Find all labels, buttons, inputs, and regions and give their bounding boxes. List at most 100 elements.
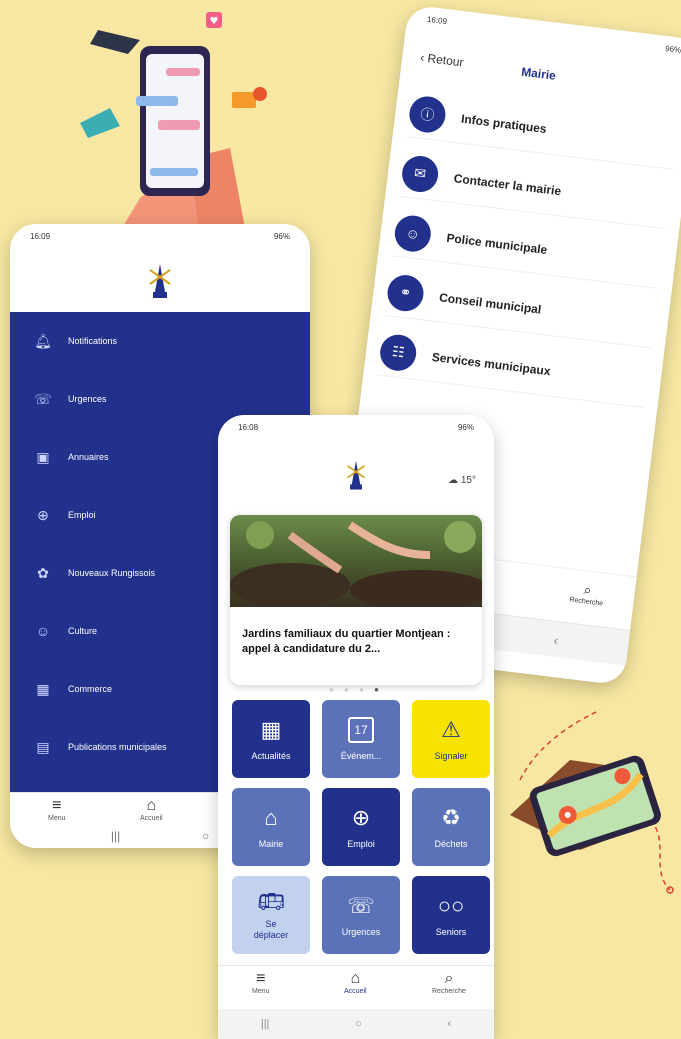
town-logo (147, 262, 173, 307)
menu-item-label: Publications municipales (68, 742, 167, 752)
address-book-icon: ▣ (36, 448, 50, 465)
home-icon: ⌂ (146, 797, 157, 814)
phone-ring-icon: ☏ (34, 390, 52, 407)
status-battery: 96% (457, 422, 474, 432)
menu-item-publications-municipales[interactable]: ▤ Publications municipales (32, 734, 167, 760)
tile-label: Déchets (434, 838, 468, 849)
tab-label: Menu (48, 815, 66, 822)
menu-icon: ≡ (256, 970, 266, 987)
tile-emploi[interactable]: ⊕ Emploi (322, 788, 400, 866)
home-icon: ⌂ (350, 970, 361, 987)
job-search-icon: ⊕ (37, 506, 49, 523)
menu-item-commerce[interactable]: ▦ Commerce (32, 676, 112, 702)
tile-mairie[interactable]: ⌂ Mairie (232, 788, 310, 866)
status-time: 16:09 (426, 14, 448, 26)
system-back-icon[interactable]: ‹ (553, 631, 560, 647)
menu-item-label: Commerce (68, 684, 113, 694)
tab-accueil[interactable]: ⌂ Accueil (140, 797, 163, 822)
tile-label: Mairie (258, 838, 284, 849)
news-image (230, 515, 482, 610)
search-icon: ⌕ (444, 970, 454, 987)
tile-label: Actualités (251, 750, 291, 761)
tile-label: Emploi (347, 838, 375, 849)
status-battery: 96% (273, 231, 290, 241)
publication-icon: ▤ (36, 738, 50, 755)
status-time: 16:09 (30, 231, 51, 241)
calendar-icon: 17 (348, 716, 374, 743)
system-home-icon[interactable]: ○ (355, 1018, 362, 1030)
cloud-icon: ☁ (448, 475, 461, 486)
services-icon: ☷ (378, 332, 419, 373)
news-icon: ▦ (260, 716, 282, 742)
menu-item-notifications[interactable]: 🔔︎ Notifications (32, 328, 117, 354)
svg-text:♥: ♥ (210, 16, 219, 27)
info-icon: ⓘ (407, 93, 448, 135)
recent-apps-icon[interactable]: ||| (261, 1018, 270, 1030)
system-back-icon[interactable]: ‹ (447, 1018, 451, 1030)
menu-item-label: Annuaires (68, 452, 109, 462)
menu-item-urgences[interactable]: ☏ Urgences (32, 386, 107, 412)
tab-label: Accueil (140, 815, 163, 822)
menu-item-label: Emploi (68, 510, 96, 520)
menu-item-annuaires[interactable]: ▣ Annuaires (32, 444, 109, 470)
weather-widget: ☁ 15° (448, 475, 476, 486)
tile-se-deplacer[interactable]: 🚌︎ Se déplacer (232, 876, 310, 954)
home-screen-phone: 16:08 96% ☁ 15° Jardins familiaux du qua… (218, 415, 494, 1039)
status-battery: 96% (664, 43, 681, 55)
tile-seniors[interactable]: ○○ Seniors (412, 876, 490, 954)
back-label: Retour (426, 51, 465, 70)
welcome-icon: ✿ (37, 564, 49, 581)
menu-item-emploi[interactable]: ⊕ Emploi (32, 502, 96, 528)
list-item-label: Infos pratiques (460, 111, 548, 136)
menu-item-culture[interactable]: ☺ Culture (32, 618, 97, 644)
tab-label: Menu (252, 988, 270, 995)
news-title: Jardins familiaux du quartier Montjean :… (242, 628, 451, 655)
menu-item-label: Culture (68, 626, 98, 636)
news-card[interactable]: Jardins familiaux du quartier Montjean :… (230, 515, 482, 685)
status-time: 16:08 (238, 422, 259, 432)
mail-icon: ✉ (400, 153, 441, 194)
tab-recherche[interactable]: ⌕ Recherche (432, 970, 466, 995)
menu-item-label: Nouveaux Rungissois (68, 568, 156, 578)
tile-evenements[interactable]: 17 Événem... (322, 700, 400, 778)
town-logo (345, 459, 367, 498)
home-tab-bar: ≡ Menu ⌂ Accueil ⌕ Recherche (218, 965, 494, 1009)
list-item-label: Conseil municipal (438, 289, 543, 317)
tab-recherche[interactable]: ⌕ Recherche (569, 580, 606, 607)
phone-ring-icon: ☏ (347, 892, 375, 918)
warning-icon: ⚠ (441, 716, 461, 742)
tile-dechets[interactable]: ♻ Déchets (412, 788, 490, 866)
town-hall-icon: ⌂ (264, 804, 278, 830)
tile-label: Événem... (340, 750, 382, 761)
tile-urgences[interactable]: ☏ Urgences (322, 876, 400, 954)
tab-label: Accueil (344, 988, 367, 995)
carousel-dots: ● ● ● ● (328, 685, 383, 694)
menu-item-nouveaux-rungissois[interactable]: ✿ Nouveaux Rungissois (32, 560, 155, 586)
tab-menu[interactable]: ≡ Menu (48, 797, 66, 822)
store-icon: ▦ (36, 680, 50, 697)
menu-item-label: Urgences (68, 394, 107, 404)
theatre-icon: ☺ (35, 623, 51, 639)
bell-icon: 🔔︎ (34, 332, 52, 349)
tile-label: Signaler (434, 750, 468, 761)
bus-icon: 🚌︎ (257, 889, 285, 914)
glasses-icon: ○○ (437, 892, 465, 918)
weather-temp: 15° (460, 475, 476, 486)
tile-label: Seniors (435, 926, 467, 937)
tab-menu[interactable]: ≡ Menu (252, 970, 270, 995)
tab-accueil[interactable]: ⌂ Accueil (344, 970, 367, 995)
system-home-icon[interactable]: ○ (202, 829, 209, 843)
list-item-label: Police municipale (445, 230, 549, 257)
tile-label: Se déplacer (253, 919, 289, 940)
recent-apps-icon[interactable]: ||| (111, 829, 120, 843)
menu-icon: ≡ (52, 797, 62, 814)
police-icon: ☺ (392, 213, 433, 254)
back-button[interactable]: ‹ Retour (420, 50, 465, 69)
tab-label: Recherche (432, 988, 466, 995)
tile-signaler[interactable]: ⚠ Signaler (412, 700, 490, 778)
menu-item-label: Notifications (68, 336, 118, 346)
tile-actualites[interactable]: ▦ Actualités (232, 700, 310, 778)
page-title: Mairie (520, 64, 557, 83)
system-nav-bar: ||| ○ ‹ (218, 1009, 494, 1039)
recycle-icon: ♻ (441, 804, 461, 830)
